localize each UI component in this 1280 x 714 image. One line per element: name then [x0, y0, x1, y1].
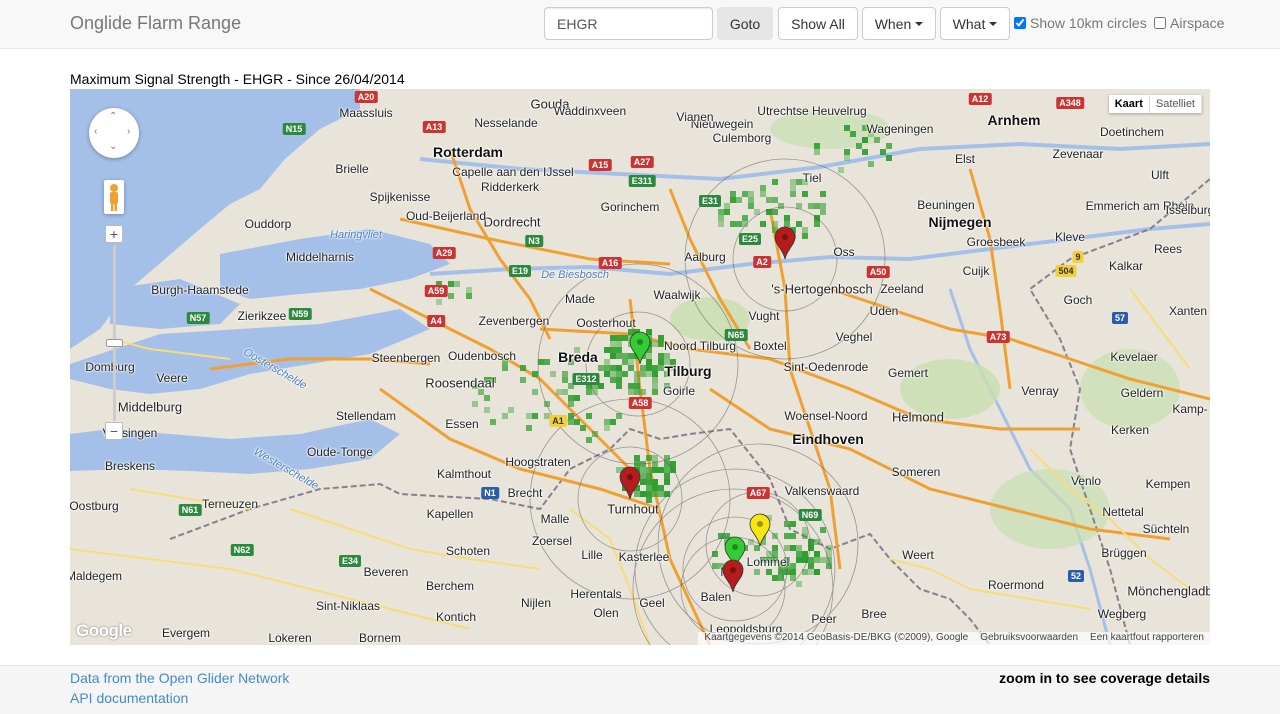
footer: Data from the Open Glider Network API do… — [0, 665, 1280, 714]
attribution-text: Kaartgegevens ©2014 GeoBasis-DE/BKG (©20… — [704, 632, 969, 643]
pan-up-icon[interactable]: ⌃ — [109, 112, 117, 122]
show-circles-label: Show 10km circles — [1030, 15, 1147, 31]
airspace-checkbox[interactable] — [1154, 17, 1166, 29]
caret-down-icon — [915, 21, 924, 26]
brand-title[interactable]: Onglide Flarm Range — [70, 13, 241, 34]
airspace-label: Airspace — [1170, 15, 1225, 31]
goto-button[interactable]: Goto — [717, 7, 773, 40]
airspace-toggle[interactable]: Airspace — [1154, 15, 1224, 31]
marker-red-turnhout-icon[interactable] — [619, 466, 641, 500]
api-docs-link[interactable]: API documentation — [70, 690, 188, 706]
zoom-slider-handle[interactable] — [106, 339, 123, 347]
google-logo[interactable]: Google — [76, 621, 132, 641]
show-all-button[interactable]: Show All — [778, 7, 858, 40]
map-type-control: Kaart Satelliet — [1108, 95, 1202, 113]
show-circles-checkbox[interactable] — [1014, 17, 1026, 29]
pan-right-icon[interactable]: › — [127, 127, 130, 137]
map-type-satelliet[interactable]: Satelliet — [1149, 95, 1202, 113]
what-label: What — [952, 15, 986, 32]
what-dropdown-button[interactable]: What — [940, 7, 1010, 40]
marker-yellow-lommel-icon[interactable] — [749, 513, 771, 547]
station-markers — [619, 226, 796, 593]
zoom-slider-track[interactable] — [113, 245, 116, 421]
marker-red-balen-icon[interactable] — [722, 559, 744, 593]
map-title: Maximum Signal Strength - EHGR - Since 2… — [70, 71, 405, 87]
pan-left-icon[interactable]: ‹ — [94, 127, 97, 137]
caret-down-icon — [989, 21, 998, 26]
navbar: Onglide Flarm Range Goto Show All When W… — [0, 0, 1280, 49]
coverage-map[interactable]: Rotterdam Breda Tilburg Eindhoven Arnhem Nijm… — [70, 89, 1210, 645]
show-circles-toggle[interactable]: Show 10km circles — [1014, 15, 1147, 31]
ogn-data-link[interactable]: Data from the Open Glider Network — [70, 670, 289, 686]
airfield-search-input[interactable] — [544, 7, 713, 40]
terms-link[interactable]: Gebruiksvoorwaarden — [980, 632, 1078, 645]
street-view-pegman-icon[interactable] — [104, 180, 124, 214]
when-label: When — [874, 15, 912, 32]
marker-red-oss-icon[interactable] — [774, 226, 796, 260]
pan-control[interactable]: ⌃ ⌄ ‹ › — [89, 108, 139, 158]
zoom-out-button[interactable]: − — [105, 422, 123, 440]
zoom-in-button[interactable]: + — [105, 225, 123, 243]
pan-down-icon[interactable]: ⌄ — [109, 142, 117, 152]
zoom-hint: zoom in to see coverage details — [999, 670, 1210, 686]
map-attribution: Kaartgegevens ©2014 GeoBasis-DE/BKG (©20… — [698, 632, 1210, 645]
report-error-link[interactable]: Een kaartfout rapporteren — [1090, 632, 1204, 645]
map-type-kaart[interactable]: Kaart — [1108, 95, 1150, 113]
marker-green-tilburg-icon[interactable] — [629, 331, 651, 365]
when-dropdown-button[interactable]: When — [862, 7, 936, 40]
